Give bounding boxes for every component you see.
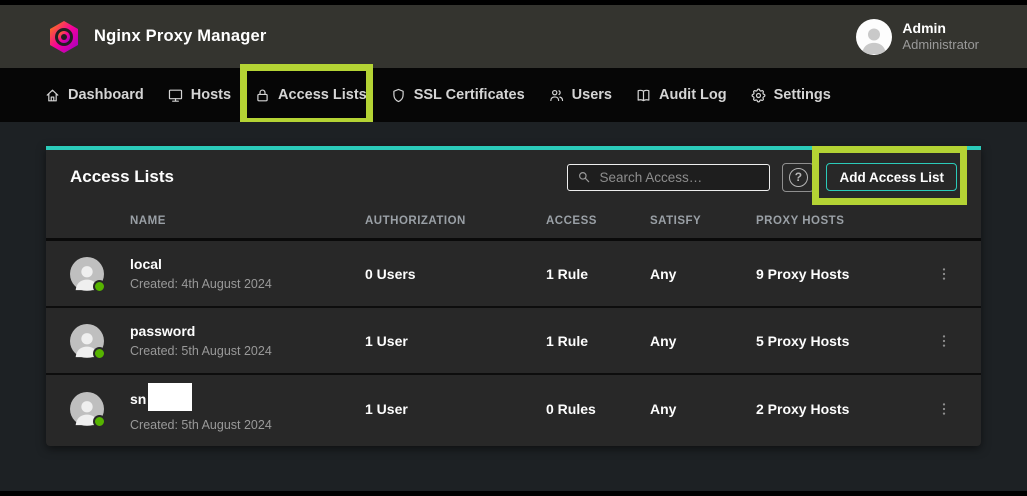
nav-item-dashboard[interactable]: Dashboard [44,87,144,104]
vertical-dots-icon [936,264,952,284]
nav-label: Settings [774,87,831,103]
vertical-dots-icon [936,399,952,419]
user-menu[interactable]: Admin Administrator [856,19,979,55]
nav-label: Access Lists [278,87,367,103]
home-icon [44,87,61,104]
users-icon [548,87,565,104]
redaction-box [148,383,192,411]
table-row[interactable]: local Created: 4th August 2024 0 Users 1… [46,241,981,308]
search-input[interactable] [599,170,776,185]
nav-label: SSL Certificates [414,87,525,103]
page-content: Access Lists ? Add Access List NAME [0,122,1027,491]
nav-item-users[interactable]: Users [548,87,612,104]
question-circle-icon: ? [789,168,808,187]
table-header: NAME AUTHORIZATION ACCESS SATISFY PROXY … [46,204,981,241]
status-online-dot [93,347,106,360]
search-icon [577,170,591,184]
list-avatar-icon [70,257,104,291]
panel-header: Access Lists ? Add Access List [46,150,981,204]
satisfy-value: Any [650,333,756,349]
authorization-value: 1 User [365,401,546,417]
nav-label: Audit Log [659,87,727,103]
user-name: Admin [902,20,979,37]
search-box [567,164,770,191]
column-header-access: ACCESS [546,215,650,227]
list-avatar-icon [70,324,104,358]
access-value: 0 Rules [546,401,650,417]
lock-icon [254,87,271,104]
user-avatar-icon [856,19,892,55]
add-access-list-button[interactable]: Add Access List [826,163,957,191]
nav-label: Dashboard [68,87,144,103]
access-list-name: sn [130,386,272,414]
access-list-created: Created: 4th August 2024 [130,277,272,291]
access-list-name: password [130,323,272,340]
book-icon [635,87,652,104]
access-lists-panel: Access Lists ? Add Access List NAME [46,146,981,446]
nav-item-hosts[interactable]: Hosts [167,87,231,104]
authorization-value: 0 Users [365,266,546,282]
access-value: 1 Rule [546,266,650,282]
table-row[interactable]: password Created: 5th August 2024 1 User… [46,308,981,375]
nav-item-access-lists[interactable]: Access Lists [254,87,367,104]
panel-tools: ? Add Access List [567,163,957,192]
add-access-list-highlight: Add Access List [826,163,957,191]
access-list-created: Created: 5th August 2024 [130,344,272,358]
nav-label: Users [572,87,612,103]
nav-label: Hosts [191,87,231,103]
row-menu-button[interactable] [935,397,953,421]
access-list-name: local [130,256,272,273]
main-nav: Dashboard Hosts Access Lists SSL Certifi… [0,68,1027,122]
monitor-icon [167,87,184,104]
proxy-hosts-value: 2 Proxy Hosts [756,401,906,417]
column-header-proxy-hosts: PROXY HOSTS [756,215,906,227]
column-header-authorization: AUTHORIZATION [365,215,546,227]
authorization-value: 1 User [365,333,546,349]
satisfy-value: Any [650,266,756,282]
proxy-hosts-value: 9 Proxy Hosts [756,266,906,282]
panel-title: Access Lists [70,167,174,187]
app-title: Nginx Proxy Manager [94,27,267,46]
access-value: 1 Rule [546,333,650,349]
access-list-created: Created: 5th August 2024 [130,418,272,432]
proxy-hosts-value: 5 Proxy Hosts [756,333,906,349]
user-role: Administrator [902,37,979,53]
top-header: Nginx Proxy Manager Admin Administrator [0,5,1027,68]
npm-logo-icon [48,20,80,54]
column-header-satisfy: SATISFY [650,215,756,227]
row-menu-button[interactable] [935,329,953,353]
satisfy-value: Any [650,401,756,417]
nav-item-ssl-certificates[interactable]: SSL Certificates [390,87,525,104]
shield-icon [390,87,407,104]
app-window: Nginx Proxy Manager Admin Administrator … [0,0,1027,496]
help-button[interactable]: ? [782,163,814,192]
column-header-name: NAME [46,215,365,227]
nav-item-audit-log[interactable]: Audit Log [635,87,727,104]
gear-icon [750,87,767,104]
table-row[interactable]: sn Created: 5th August 2024 1 User 0 Rul… [46,375,981,442]
status-online-dot [93,280,106,293]
list-avatar-icon [70,392,104,426]
status-online-dot [93,415,106,428]
row-menu-button[interactable] [935,262,953,286]
nav-item-settings[interactable]: Settings [750,87,831,104]
vertical-dots-icon [936,331,952,351]
